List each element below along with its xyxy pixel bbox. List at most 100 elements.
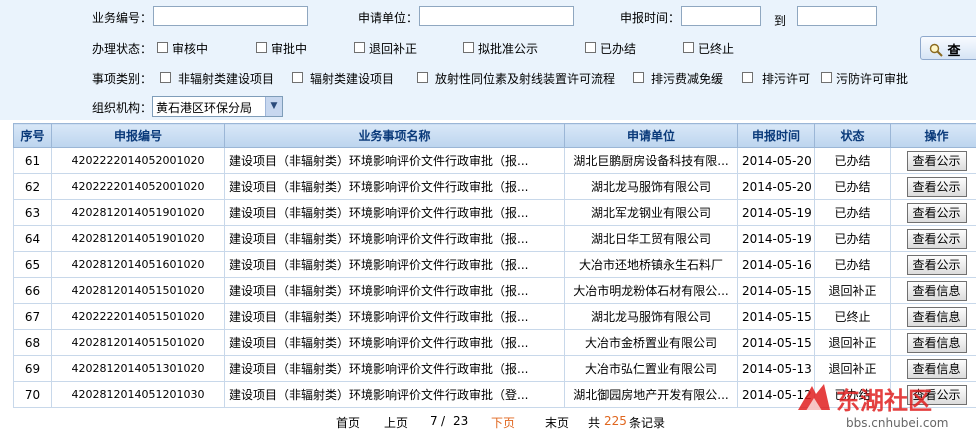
cell-status: 退回补正 xyxy=(814,329,891,356)
applicant-label: 申请单位： xyxy=(358,11,419,25)
header-applicant: 申请单位 xyxy=(564,123,738,148)
status-option-label: 退回补正 xyxy=(369,42,418,56)
cell-apply-time: 2014-05-20 xyxy=(737,173,815,200)
cell-action: 查看公示 xyxy=(890,147,976,174)
cell-seq: 63 xyxy=(13,199,52,226)
prev-page-link[interactable]: 上页 xyxy=(384,414,408,431)
header-apply-time: 申报时间 xyxy=(737,123,815,148)
cell-action: 查看信息 xyxy=(890,277,976,304)
table-row: 62 4202222014052001020 建设项目（非辐射类）环境影响评价文… xyxy=(13,173,976,200)
org-select-value: 黄石港区环保分局 xyxy=(156,101,253,115)
cell-apply-no: 4202222014052001020 xyxy=(51,173,225,200)
cell-item-name: 建设项目（非辐射类）环境影响评价文件行政审批（报... xyxy=(224,173,565,200)
filter-panel: 业务编号： 申请单位： 申报时间： 到 办理状态： 审核中 审批中 退回补正 拟… xyxy=(0,0,976,120)
cell-item-name: 建设项目（非辐射类）环境影响评价文件行政审批（登... xyxy=(224,381,565,408)
cell-apply-time: 2014-05-15 xyxy=(737,329,815,356)
cell-applicant: 湖北日华工贸有限公司 xyxy=(564,225,738,252)
status-checkbox-approving[interactable] xyxy=(256,42,267,53)
applicant-input[interactable] xyxy=(419,6,574,26)
cell-status: 已办结 xyxy=(814,199,891,226)
view-button[interactable]: 查看信息 xyxy=(906,332,967,353)
cell-seq: 67 xyxy=(13,303,52,330)
category-option-label: 非辐射类建设项目 xyxy=(178,72,275,86)
category-option-label: 辐射类建设项目 xyxy=(310,72,395,86)
cell-applicant: 湖北御园房地产开发有限公... xyxy=(564,381,738,408)
total-pages: 23 xyxy=(453,414,469,428)
table-row: 61 4202222014052001020 建设项目（非辐射类）环境影响评价文… xyxy=(13,147,976,174)
table-row: 64 4202812014051901020 建设项目（非辐射类）环境影响评价文… xyxy=(13,225,976,252)
org-label: 组织机构： xyxy=(92,101,153,115)
cell-apply-no: 4202222014051501020 xyxy=(51,303,225,330)
org-select[interactable]: 黄石港区环保分局 ▼ xyxy=(152,96,283,117)
cell-action: 查看公示 xyxy=(890,251,976,278)
last-page-link[interactable]: 末页 xyxy=(545,414,569,431)
chevron-down-icon: ▼ xyxy=(265,97,282,116)
business-no-input[interactable] xyxy=(153,6,308,26)
watermark: 东湖社区 bbs.cnhubei.com xyxy=(792,378,976,433)
header-item-name: 业务事项名称 xyxy=(224,123,565,148)
category-checkbox-non-radiation[interactable] xyxy=(160,72,171,83)
table-row: 65 4202812014051601020 建设项目（非辐射类）环境影响评价文… xyxy=(13,251,976,278)
cell-action: 查看公示 xyxy=(890,199,976,226)
status-label: 办理状态： xyxy=(92,42,153,56)
header-apply-no: 申报编号 xyxy=(51,123,225,148)
status-checkbox-reviewing[interactable] xyxy=(157,42,168,53)
category-checkbox-pollution-permit[interactable] xyxy=(821,72,832,83)
cell-item-name: 建设项目（非辐射类）环境影响评价文件行政审批（报... xyxy=(224,225,565,252)
to-label: 到 xyxy=(774,14,787,28)
cell-seq: 64 xyxy=(13,225,52,252)
cell-apply-time: 2014-05-20 xyxy=(737,147,815,174)
cell-status: 已办结 xyxy=(814,147,891,174)
cell-item-name: 建设项目（非辐射类）环境影响评价文件行政审批（报... xyxy=(224,355,565,382)
view-button[interactable]: 查看信息 xyxy=(906,358,967,379)
status-checkbox-terminated[interactable] xyxy=(683,42,694,53)
cell-seq: 61 xyxy=(13,147,52,174)
view-button[interactable]: 查看信息 xyxy=(906,280,967,301)
next-page-link[interactable]: 下页 xyxy=(491,414,515,431)
cell-item-name: 建设项目（非辐射类）环境影响评价文件行政审批（报... xyxy=(224,147,565,174)
category-checkbox-radiation[interactable] xyxy=(292,72,303,83)
header-action: 操作 xyxy=(890,123,976,148)
header-seq: 序号 xyxy=(13,123,52,148)
category-option-label: 污防许可审批 xyxy=(836,72,909,86)
page-separator: / xyxy=(441,414,446,428)
view-button[interactable]: 查看信息 xyxy=(906,306,967,327)
status-option-label: 审核中 xyxy=(172,42,209,56)
status-checkbox-publicity[interactable] xyxy=(463,42,474,53)
table-header-row: 序号 申报编号 业务事项名称 申请单位 申报时间 状态 操作 xyxy=(13,123,976,148)
cell-apply-no: 4202812014051201030 xyxy=(51,381,225,408)
cell-seq: 69 xyxy=(13,355,52,382)
watermark-title: 东湖社区 xyxy=(836,387,932,415)
status-checkbox-returned[interactable] xyxy=(354,42,365,53)
status-option-label: 已终止 xyxy=(698,42,735,56)
view-button[interactable]: 查看公示 xyxy=(906,202,967,223)
cell-action: 查看公示 xyxy=(890,173,976,200)
cell-apply-no: 4202812014051501020 xyxy=(51,277,225,304)
cell-status: 已办结 xyxy=(814,173,891,200)
cell-seq: 66 xyxy=(13,277,52,304)
cell-applicant: 湖北巨鹏厨房设备科技有限... xyxy=(564,147,738,174)
apply-time-start-input[interactable] xyxy=(681,6,761,26)
query-button[interactable]: 查 xyxy=(920,36,976,60)
apply-time-end-input[interactable] xyxy=(797,6,877,26)
view-button[interactable]: 查看公示 xyxy=(906,254,967,275)
view-button[interactable]: 查看公示 xyxy=(906,176,967,197)
category-checkbox-isotope[interactable] xyxy=(417,72,428,83)
search-icon xyxy=(929,43,943,61)
status-checkbox-completed[interactable] xyxy=(585,42,596,53)
cell-item-name: 建设项目（非辐射类）环境影响评价文件行政审批（报... xyxy=(224,277,565,304)
category-checkbox-discharge-permit[interactable] xyxy=(742,72,753,83)
category-checkbox-fee-reduction[interactable] xyxy=(633,72,644,83)
category-option-label: 放射性同位素及射线装置许可流程 xyxy=(435,72,616,86)
cell-action: 查看信息 xyxy=(890,303,976,330)
cell-status: 已办结 xyxy=(814,251,891,278)
total-records: 225 xyxy=(604,414,627,428)
cell-applicant: 湖北军龙钢业有限公司 xyxy=(564,199,738,226)
cell-apply-no: 4202222014052001020 xyxy=(51,147,225,174)
cell-item-name: 建设项目（非辐射类）环境影响评价文件行政审批（报... xyxy=(224,303,565,330)
cell-apply-no: 4202812014051501020 xyxy=(51,329,225,356)
view-button[interactable]: 查看公示 xyxy=(906,150,967,171)
view-button[interactable]: 查看公示 xyxy=(906,228,967,249)
current-page: 7 xyxy=(430,414,438,428)
first-page-link[interactable]: 首页 xyxy=(336,414,360,431)
